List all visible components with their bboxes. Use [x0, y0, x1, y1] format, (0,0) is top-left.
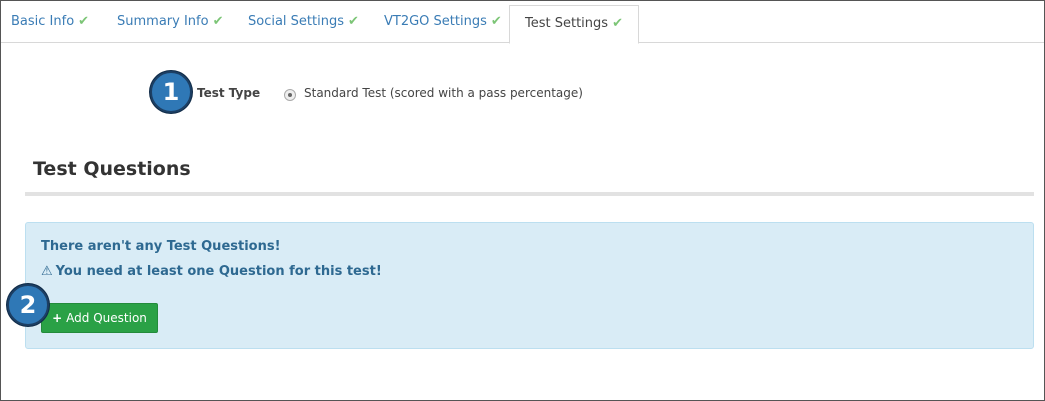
- add-question-label: Add Question: [66, 311, 147, 325]
- tab-label: VT2GO Settings: [384, 14, 487, 29]
- standard-test-radio[interactable]: [284, 89, 296, 101]
- tab-basic-info[interactable]: Basic Info ✔: [11, 1, 89, 43]
- tab-label: Summary Info: [117, 14, 209, 29]
- no-questions-alert: There aren't any Test Questions! ⚠ You ne…: [25, 222, 1034, 349]
- alert-warning-text: You need at least one Question for this …: [55, 264, 382, 279]
- alert-warning-message: ⚠ You need at least one Question for this…: [41, 264, 382, 279]
- tab-label: Basic Info: [11, 14, 75, 29]
- tab-label: Test Settings: [525, 16, 609, 31]
- callout-badge-2: 2: [7, 284, 49, 326]
- tab-social-settings[interactable]: Social Settings ✔: [248, 1, 359, 43]
- tab-label: Social Settings: [248, 14, 344, 29]
- alert-message: There aren't any Test Questions!: [41, 239, 281, 254]
- standard-test-option-label[interactable]: Standard Test (scored with a pass percen…: [304, 86, 583, 100]
- check-icon: ✔: [612, 16, 623, 31]
- warning-icon: ⚠: [41, 264, 53, 279]
- check-icon: ✔: [78, 14, 90, 29]
- page-frame: Basic Info ✔ Summary Info ✔ Social Setting…: [0, 0, 1045, 401]
- test-type-label: Test Type: [197, 86, 261, 100]
- tab-vt2go-settings[interactable]: VT2GO Settings ✔: [384, 1, 502, 43]
- section-title: Test Questions: [33, 158, 191, 180]
- check-icon: ✔: [348, 14, 359, 29]
- tab-bar: Basic Info ✔ Summary Info ✔ Social Setting…: [1, 1, 1044, 44]
- callout-badge-1: 1: [150, 71, 192, 113]
- tab-test-settings[interactable]: Test Settings ✔: [509, 5, 639, 44]
- check-icon: ✔: [490, 14, 502, 29]
- tab-summary-info[interactable]: Summary Info ✔: [117, 1, 223, 43]
- check-icon: ✔: [212, 14, 224, 29]
- plus-icon: +: [52, 311, 63, 325]
- add-question-button[interactable]: + Add Question: [41, 303, 158, 333]
- section-divider: [25, 192, 1034, 196]
